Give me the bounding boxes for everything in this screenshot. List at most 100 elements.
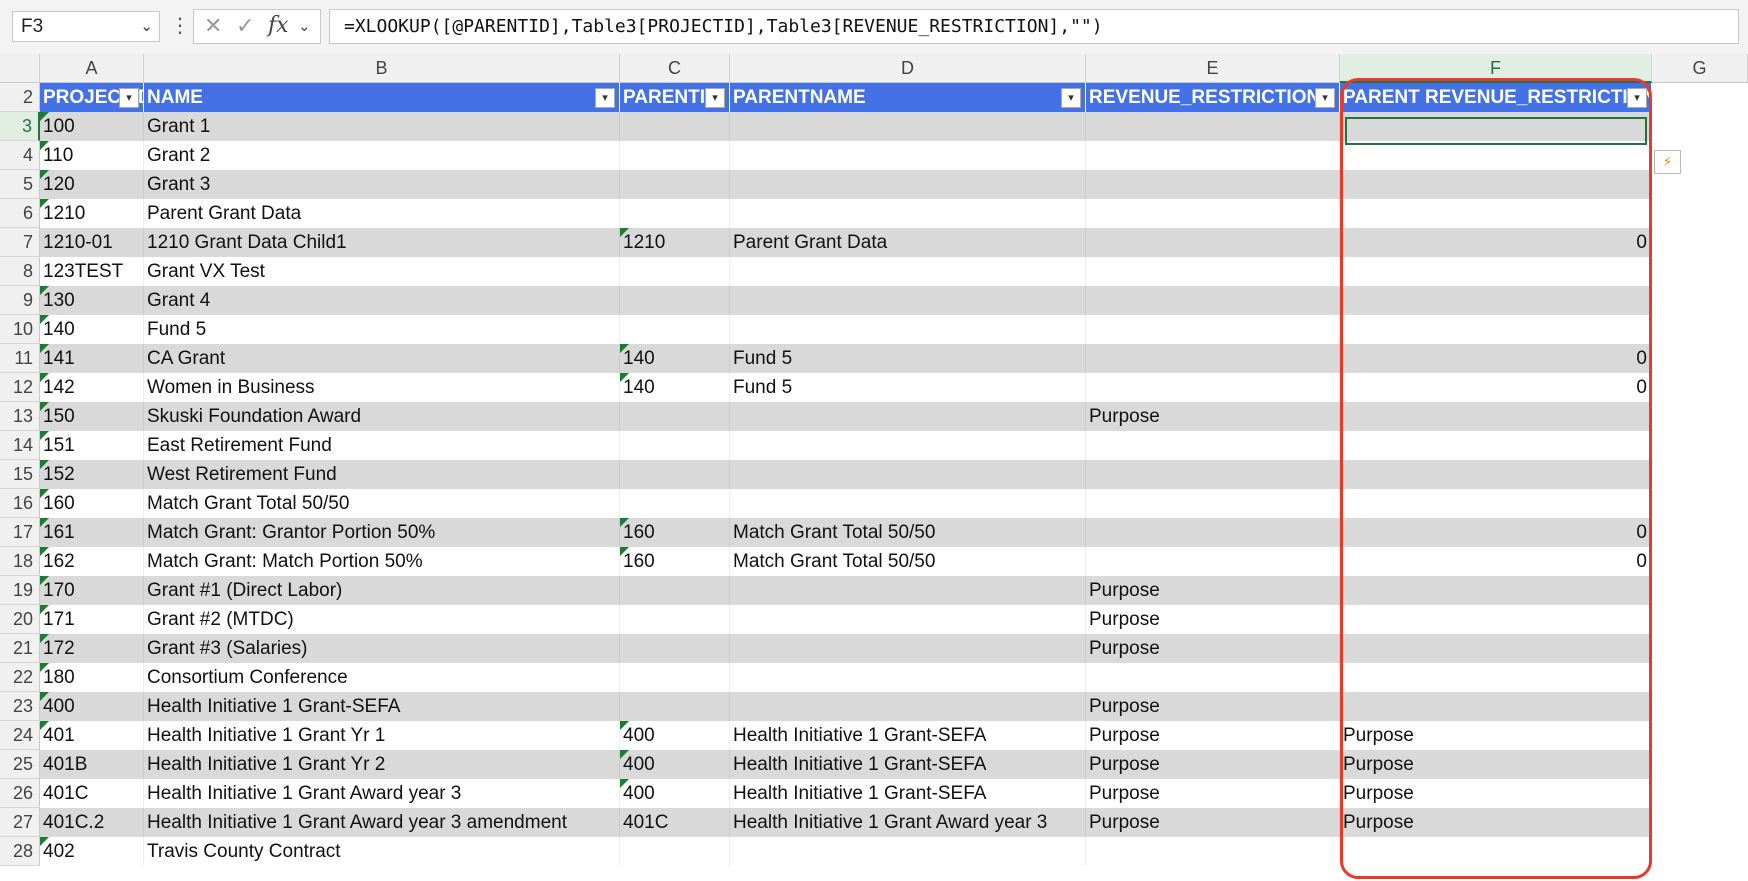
- cell-f[interactable]: Purpose: [1340, 779, 1652, 808]
- cell-c[interactable]: [620, 634, 730, 663]
- cell-e[interactable]: [1086, 112, 1340, 141]
- cell-e[interactable]: [1086, 286, 1340, 315]
- enter-icon[interactable]: ✓: [236, 13, 254, 39]
- more-options-icon[interactable]: ⋮: [170, 13, 190, 39]
- cell-b[interactable]: Women in Business: [144, 373, 620, 402]
- filter-dropdown-icon[interactable]: ▾: [1627, 88, 1647, 108]
- cell-d[interactable]: Health Initiative 1 Grant Award year 3: [730, 808, 1086, 837]
- cell-b[interactable]: Match Grant Total 50/50: [144, 489, 620, 518]
- row-header[interactable]: 14: [0, 431, 40, 460]
- cell-c[interactable]: [620, 257, 730, 286]
- cell-e[interactable]: [1086, 170, 1340, 199]
- cell-a[interactable]: 180: [40, 663, 144, 692]
- cell-c[interactable]: 140: [620, 373, 730, 402]
- cell-f[interactable]: [1340, 257, 1652, 286]
- cell-f[interactable]: 0: [1340, 373, 1652, 402]
- cell-d[interactable]: [730, 199, 1086, 228]
- cell-a[interactable]: 171: [40, 605, 144, 634]
- row-header[interactable]: 3: [0, 112, 40, 141]
- cell-a[interactable]: 400: [40, 692, 144, 721]
- cell-a[interactable]: 142: [40, 373, 144, 402]
- cell-b[interactable]: CA Grant: [144, 344, 620, 373]
- row-header[interactable]: 20: [0, 605, 40, 634]
- cell-b[interactable]: Grant 1: [144, 112, 620, 141]
- table-header-cell[interactable]: PARENTNAME ▾: [730, 83, 1086, 112]
- cell-c[interactable]: [620, 692, 730, 721]
- cell-a[interactable]: 152: [40, 460, 144, 489]
- cell-f[interactable]: 0: [1340, 228, 1652, 257]
- cell-d[interactable]: [730, 663, 1086, 692]
- cell-b[interactable]: Health Initiative 1 Grant Award year 3: [144, 779, 620, 808]
- cell-f[interactable]: 0: [1340, 344, 1652, 373]
- cell-e[interactable]: [1086, 315, 1340, 344]
- cell-a[interactable]: 100: [40, 112, 144, 141]
- cell-a[interactable]: 160: [40, 489, 144, 518]
- row-header[interactable]: 15: [0, 460, 40, 489]
- cell-a[interactable]: 402: [40, 837, 144, 866]
- row-header[interactable]: 11: [0, 344, 40, 373]
- cell-d[interactable]: Fund 5: [730, 373, 1086, 402]
- cell-d[interactable]: [730, 257, 1086, 286]
- column-header-d[interactable]: D: [730, 54, 1086, 83]
- row-header[interactable]: 8: [0, 257, 40, 286]
- cell-f[interactable]: Purpose: [1340, 808, 1652, 837]
- cell-f[interactable]: [1340, 199, 1652, 228]
- cell-d[interactable]: [730, 286, 1086, 315]
- cell-c[interactable]: [620, 112, 730, 141]
- cell-a[interactable]: 401: [40, 721, 144, 750]
- cell-b[interactable]: Skuski Foundation Award: [144, 402, 620, 431]
- cell-b[interactable]: Match Grant: Grantor Portion 50%: [144, 518, 620, 547]
- cell-f[interactable]: [1340, 315, 1652, 344]
- cell-c[interactable]: [620, 315, 730, 344]
- cell-f[interactable]: [1340, 431, 1652, 460]
- cell-c[interactable]: [620, 460, 730, 489]
- cell-a[interactable]: 130: [40, 286, 144, 315]
- cell-f[interactable]: Purpose: [1340, 750, 1652, 779]
- cell-a[interactable]: 161: [40, 518, 144, 547]
- cell-e[interactable]: Purpose: [1086, 692, 1340, 721]
- row-header[interactable]: 4: [0, 141, 40, 170]
- row-header[interactable]: 27: [0, 808, 40, 837]
- cell-e[interactable]: [1086, 547, 1340, 576]
- cell-b[interactable]: East Retirement Fund: [144, 431, 620, 460]
- cell-a[interactable]: 140: [40, 315, 144, 344]
- cell-e[interactable]: [1086, 344, 1340, 373]
- cell-d[interactable]: Parent Grant Data: [730, 228, 1086, 257]
- cell-e[interactable]: Purpose: [1086, 721, 1340, 750]
- cell-b[interactable]: Grant #2 (MTDC): [144, 605, 620, 634]
- row-header[interactable]: 19: [0, 576, 40, 605]
- cell-b[interactable]: Health Initiative 1 Grant Award year 3 a…: [144, 808, 620, 837]
- cell-a[interactable]: 110: [40, 141, 144, 170]
- cell-f[interactable]: [1340, 141, 1652, 170]
- cell-e[interactable]: [1086, 489, 1340, 518]
- cell-e[interactable]: [1086, 460, 1340, 489]
- cell-d[interactable]: [730, 489, 1086, 518]
- cancel-icon[interactable]: ✕: [204, 13, 222, 39]
- cell-c[interactable]: 400: [620, 750, 730, 779]
- cell-d[interactable]: Fund 5: [730, 344, 1086, 373]
- cell-d[interactable]: [730, 402, 1086, 431]
- cell-a[interactable]: 401B: [40, 750, 144, 779]
- filter-dropdown-icon[interactable]: ▾: [119, 88, 139, 108]
- cell-c[interactable]: [620, 141, 730, 170]
- cell-b[interactable]: Consortium Conference: [144, 663, 620, 692]
- filter-dropdown-icon[interactable]: ▾: [1315, 88, 1335, 108]
- cell-e[interactable]: [1086, 199, 1340, 228]
- cell-c[interactable]: [620, 605, 730, 634]
- cell-f[interactable]: [1340, 634, 1652, 663]
- name-box[interactable]: F3 ⌄: [12, 11, 160, 42]
- cell-f[interactable]: 0: [1340, 518, 1652, 547]
- cell-f[interactable]: [1340, 576, 1652, 605]
- cell-a[interactable]: 150: [40, 402, 144, 431]
- cell-c[interactable]: [620, 431, 730, 460]
- cell-d[interactable]: [730, 605, 1086, 634]
- cell-d[interactable]: Match Grant Total 50/50: [730, 518, 1086, 547]
- table-header-cell[interactable]: PARENT REVENUE_RESTRICTION ▾: [1340, 83, 1652, 112]
- row-header[interactable]: 28: [0, 837, 40, 866]
- cell-c[interactable]: 400: [620, 779, 730, 808]
- row-header[interactable]: 24: [0, 721, 40, 750]
- column-header-a[interactable]: A: [40, 54, 144, 83]
- cell-a[interactable]: 172: [40, 634, 144, 663]
- cell-e[interactable]: Purpose: [1086, 576, 1340, 605]
- filter-dropdown-icon[interactable]: ▾: [705, 88, 725, 108]
